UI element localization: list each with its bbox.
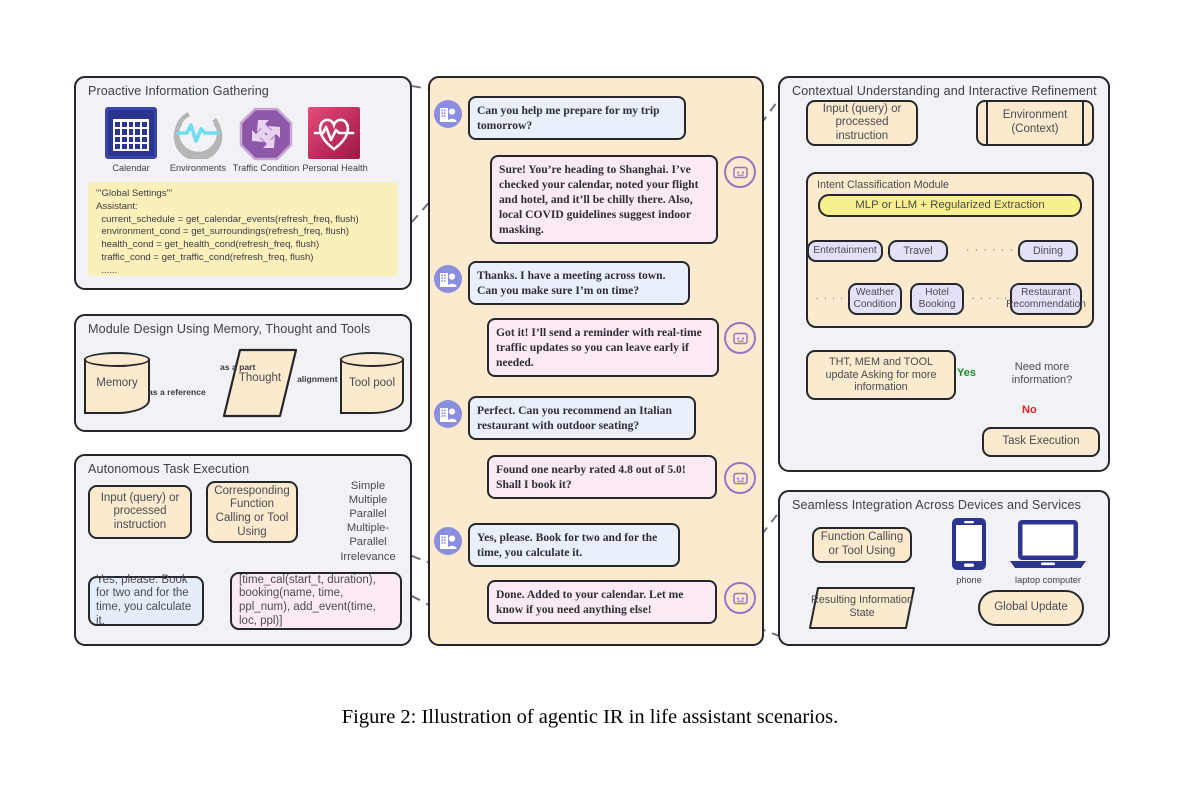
autonomous-input-node: Input (query) or processed instruction [88, 485, 192, 539]
panel-title-contextual: Contextual Understanding and Interactive… [792, 84, 1097, 98]
robot-face-glyph [732, 332, 748, 344]
avatar-user [434, 100, 462, 128]
traffic-condition-icon [239, 107, 293, 161]
edge-label-as-a-part: as a part [220, 362, 256, 372]
memory-label: Memory [96, 377, 138, 389]
chat-message-8: Done. Added to your calendar. Let me kno… [487, 580, 717, 625]
thought-label: Thought [238, 372, 282, 384]
tool-pool-label: Tool pool [348, 377, 396, 389]
user-building-glyph [439, 534, 457, 549]
panel-title-proactive: Proactive Information Gathering [88, 84, 269, 98]
predefined-bar-right [1082, 102, 1084, 144]
subtask-restaurant-recommendation: Restaurant Recommendation [1006, 283, 1086, 315]
chat-message-6: Found one nearby rated 4.8 out of 5.0! S… [487, 455, 717, 500]
personal-health-icon [308, 107, 360, 159]
edge-label-as-a-reference: as a reference [148, 387, 206, 397]
tool-pool-cylinder: Tool pool [340, 352, 404, 414]
tht-mem-tool-update-node: THT, MEM and TOOL update Asking for more… [806, 350, 956, 400]
memory-cylinder: Memory [84, 352, 150, 414]
figure-caption: Figure 2: Illustration of agentic IR in … [341, 706, 839, 728]
call-type-multiple: Multiple [348, 494, 388, 507]
intent-ellipsis: · · · · · · [965, 244, 1015, 256]
chat-message-1: Can you help me prepare for my trip tomo… [468, 96, 686, 141]
no-label: No [1022, 404, 1037, 416]
chat-message-3: Thanks. I have a meeting across town. Ca… [468, 261, 690, 306]
task-execution-node: Task Execution [982, 427, 1100, 457]
intent-dining: Dining [1018, 240, 1078, 262]
icon-label-calendar: Calendar [112, 163, 150, 173]
call-type-list: Simple Multiple Parallel Multiple-Parall… [330, 479, 406, 564]
icon-label-personal-health: Personal Health [302, 163, 368, 173]
global-update-node: Global Update [978, 590, 1084, 626]
autonomous-example-query: Yes, please. Book for two and for the ti… [88, 574, 204, 627]
autonomous-function-node: Corresponding Function Calling or Tool U… [206, 481, 298, 543]
calendar-icon [105, 107, 157, 159]
panel-title-module-design: Module Design Using Memory, Thought and … [88, 322, 371, 336]
call-type-multiple-parallel: Multiple-Parallel [346, 522, 390, 549]
environment-context-node: Environment (Context) [976, 100, 1094, 146]
call-type-simple: Simple [350, 480, 386, 492]
avatar-user-2 [434, 265, 462, 293]
panel-title-autonomous: Autonomous Task Execution [88, 462, 250, 476]
contextual-input-node: Input (query) or processed instruction [806, 100, 918, 146]
user-building-glyph [439, 272, 457, 287]
user-building-glyph [439, 107, 457, 122]
yes-label: Yes [957, 367, 976, 379]
global-settings-code: '''Global Settings''' Assistant: current… [88, 182, 398, 276]
chat-message-7: Yes, please. Book for two and for the ti… [468, 523, 680, 568]
avatar-bot-4 [724, 582, 756, 614]
intent-module-title: Intent Classification Module [817, 179, 950, 191]
chat-message-2: Sure! You’re heading to Shanghai. I’ve c… [490, 155, 718, 245]
avatar-bot-3 [724, 462, 756, 494]
extractor-node: MLP or LLM + Regularized Extraction [818, 194, 1082, 217]
avatar-user-4 [434, 527, 462, 555]
figure-canvas: Proactive Information Gathering Calendar… [0, 0, 1180, 794]
predefined-bar-left [986, 102, 988, 144]
phone-icon [952, 518, 986, 570]
environment-context-label: Environment (Context) [1002, 109, 1068, 135]
autonomous-example-calls: [time_cal(start_t, duration), booking(na… [230, 572, 402, 630]
laptop-icon [1010, 520, 1086, 568]
chat-message-5: Perfect. Can you recommend an Italian re… [468, 396, 696, 441]
edge-label-alignment: alignment [297, 374, 338, 384]
subtask-hotel-booking: Hotel Booking [910, 283, 964, 315]
device-label-phone: phone [956, 575, 982, 585]
decision-node-label: Need more information? [1011, 361, 1073, 386]
call-type-parallel: Parallel [349, 508, 387, 521]
intent-travel: Travel [888, 240, 948, 262]
environments-icon [173, 109, 223, 159]
icon-label-environments: Environments [169, 163, 227, 173]
robot-face-glyph [732, 472, 748, 484]
device-label-laptop: laptop computer [1015, 575, 1081, 585]
avatar-user-3 [434, 400, 462, 428]
resulting-state-label: Resulting Information State [810, 594, 914, 619]
intent-entertainment: Entertainment [807, 240, 883, 262]
call-type-irrelevance: Irrelevance [340, 550, 396, 563]
chat-message-4: Got it! I’ll send a reminder with real-t… [487, 318, 719, 378]
avatar-bot-1 [724, 156, 756, 188]
avatar-bot-2 [724, 322, 756, 354]
panel-title-seamless: Seamless Integration Across Devices and … [792, 498, 1081, 512]
user-building-glyph [439, 407, 457, 422]
robot-face-glyph [732, 592, 748, 604]
robot-face-glyph [732, 166, 748, 178]
seamless-function-node: Function Calling or Tool Using [812, 527, 912, 563]
subtask-weather-condition: Weather Condition [848, 283, 902, 315]
icon-label-traffic-condition: Traffic Condition [232, 163, 300, 173]
